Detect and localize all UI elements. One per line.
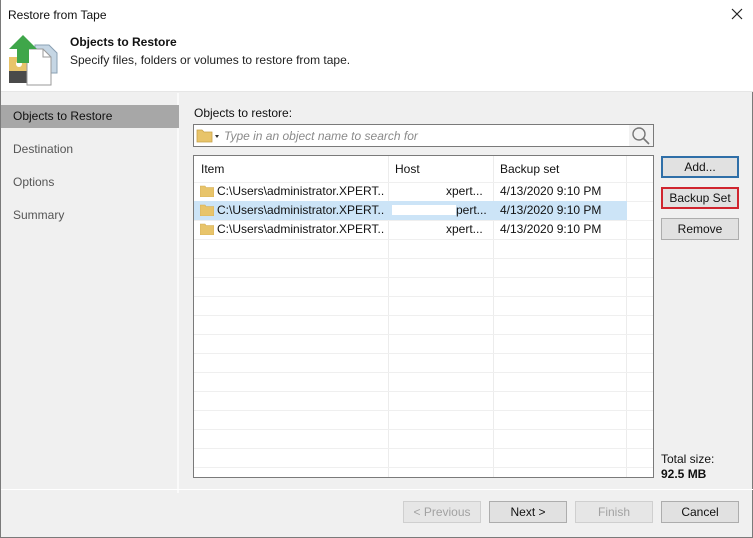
backup-set-button[interactable]: Backup Set bbox=[661, 187, 739, 209]
next-button[interactable]: Next > bbox=[489, 501, 567, 523]
host-cell: xpert... bbox=[446, 222, 483, 236]
backup-set-cell: 4/13/2020 9:10 PM bbox=[500, 203, 602, 217]
table-row[interactable]: C:\Users\administrator.XPERT... pert... … bbox=[194, 201, 627, 220]
sidebar-item-summary[interactable]: Summary bbox=[1, 204, 179, 227]
objects-table: Item Host Backup set C:\Users\administra… bbox=[193, 155, 654, 478]
sidebar-item-objects-to-restore[interactable]: Objects to Restore bbox=[1, 105, 179, 128]
wizard-header: Objects to Restore Specify files, folder… bbox=[1, 30, 753, 92]
folder-icon bbox=[199, 223, 215, 236]
previous-button[interactable]: < Previous bbox=[403, 501, 481, 523]
close-icon[interactable] bbox=[729, 6, 745, 22]
object-search-box bbox=[193, 124, 654, 147]
cancel-button[interactable]: Cancel bbox=[661, 501, 739, 523]
wizard-steps-sidebar: Objects to Restore Destination Options S… bbox=[1, 93, 179, 493]
add-button[interactable]: Add... bbox=[661, 156, 739, 178]
objects-to-restore-label: Objects to restore: bbox=[194, 106, 293, 120]
total-size: Total size: 92.5 MB bbox=[661, 452, 714, 482]
backup-set-cell: 4/13/2020 9:10 PM bbox=[500, 184, 602, 198]
column-header-item[interactable]: Item bbox=[201, 162, 224, 176]
sidebar-item-destination[interactable]: Destination bbox=[1, 138, 179, 161]
column-header-host[interactable]: Host bbox=[395, 162, 420, 176]
item-cell: C:\Users\administrator.XPERT... bbox=[217, 222, 385, 236]
page-subtitle: Specify files, folders or volumes to res… bbox=[70, 53, 351, 67]
table-row[interactable]: C:\Users\administrator.XPERT... xpert...… bbox=[194, 182, 627, 201]
item-cell: C:\Users\administrator.XPERT... bbox=[217, 203, 385, 217]
title-bar: Restore from Tape bbox=[1, 0, 753, 30]
remove-button[interactable]: Remove bbox=[661, 218, 739, 240]
page-title: Objects to Restore bbox=[70, 35, 177, 49]
item-cell: C:\Users\administrator.XPERT... bbox=[217, 184, 385, 198]
folder-dropdown-button[interactable] bbox=[195, 126, 221, 145]
backup-set-cell: 4/13/2020 9:10 PM bbox=[500, 222, 602, 236]
finish-button[interactable]: Finish bbox=[575, 501, 653, 523]
total-size-label: Total size: bbox=[661, 452, 715, 466]
host-cell: pert... bbox=[456, 203, 487, 217]
object-search-input[interactable] bbox=[224, 126, 620, 145]
window-title: Restore from Tape bbox=[8, 8, 107, 22]
folder-icon bbox=[199, 185, 215, 198]
total-size-value: 92.5 MB bbox=[661, 467, 707, 481]
footer-divider bbox=[1, 489, 753, 490]
sidebar-item-options[interactable]: Options bbox=[1, 171, 179, 194]
restore-from-tape-icon bbox=[5, 33, 61, 89]
redacted-host bbox=[392, 205, 456, 215]
search-icon[interactable] bbox=[629, 125, 653, 146]
column-header-backup-set[interactable]: Backup set bbox=[500, 162, 559, 176]
table-row[interactable]: C:\Users\administrator.XPERT... xpert...… bbox=[194, 220, 627, 239]
restore-from-tape-dialog: Restore from Tape Objects to Restore Spe… bbox=[0, 0, 753, 538]
folder-icon bbox=[199, 204, 215, 217]
host-cell: xpert... bbox=[446, 184, 483, 198]
